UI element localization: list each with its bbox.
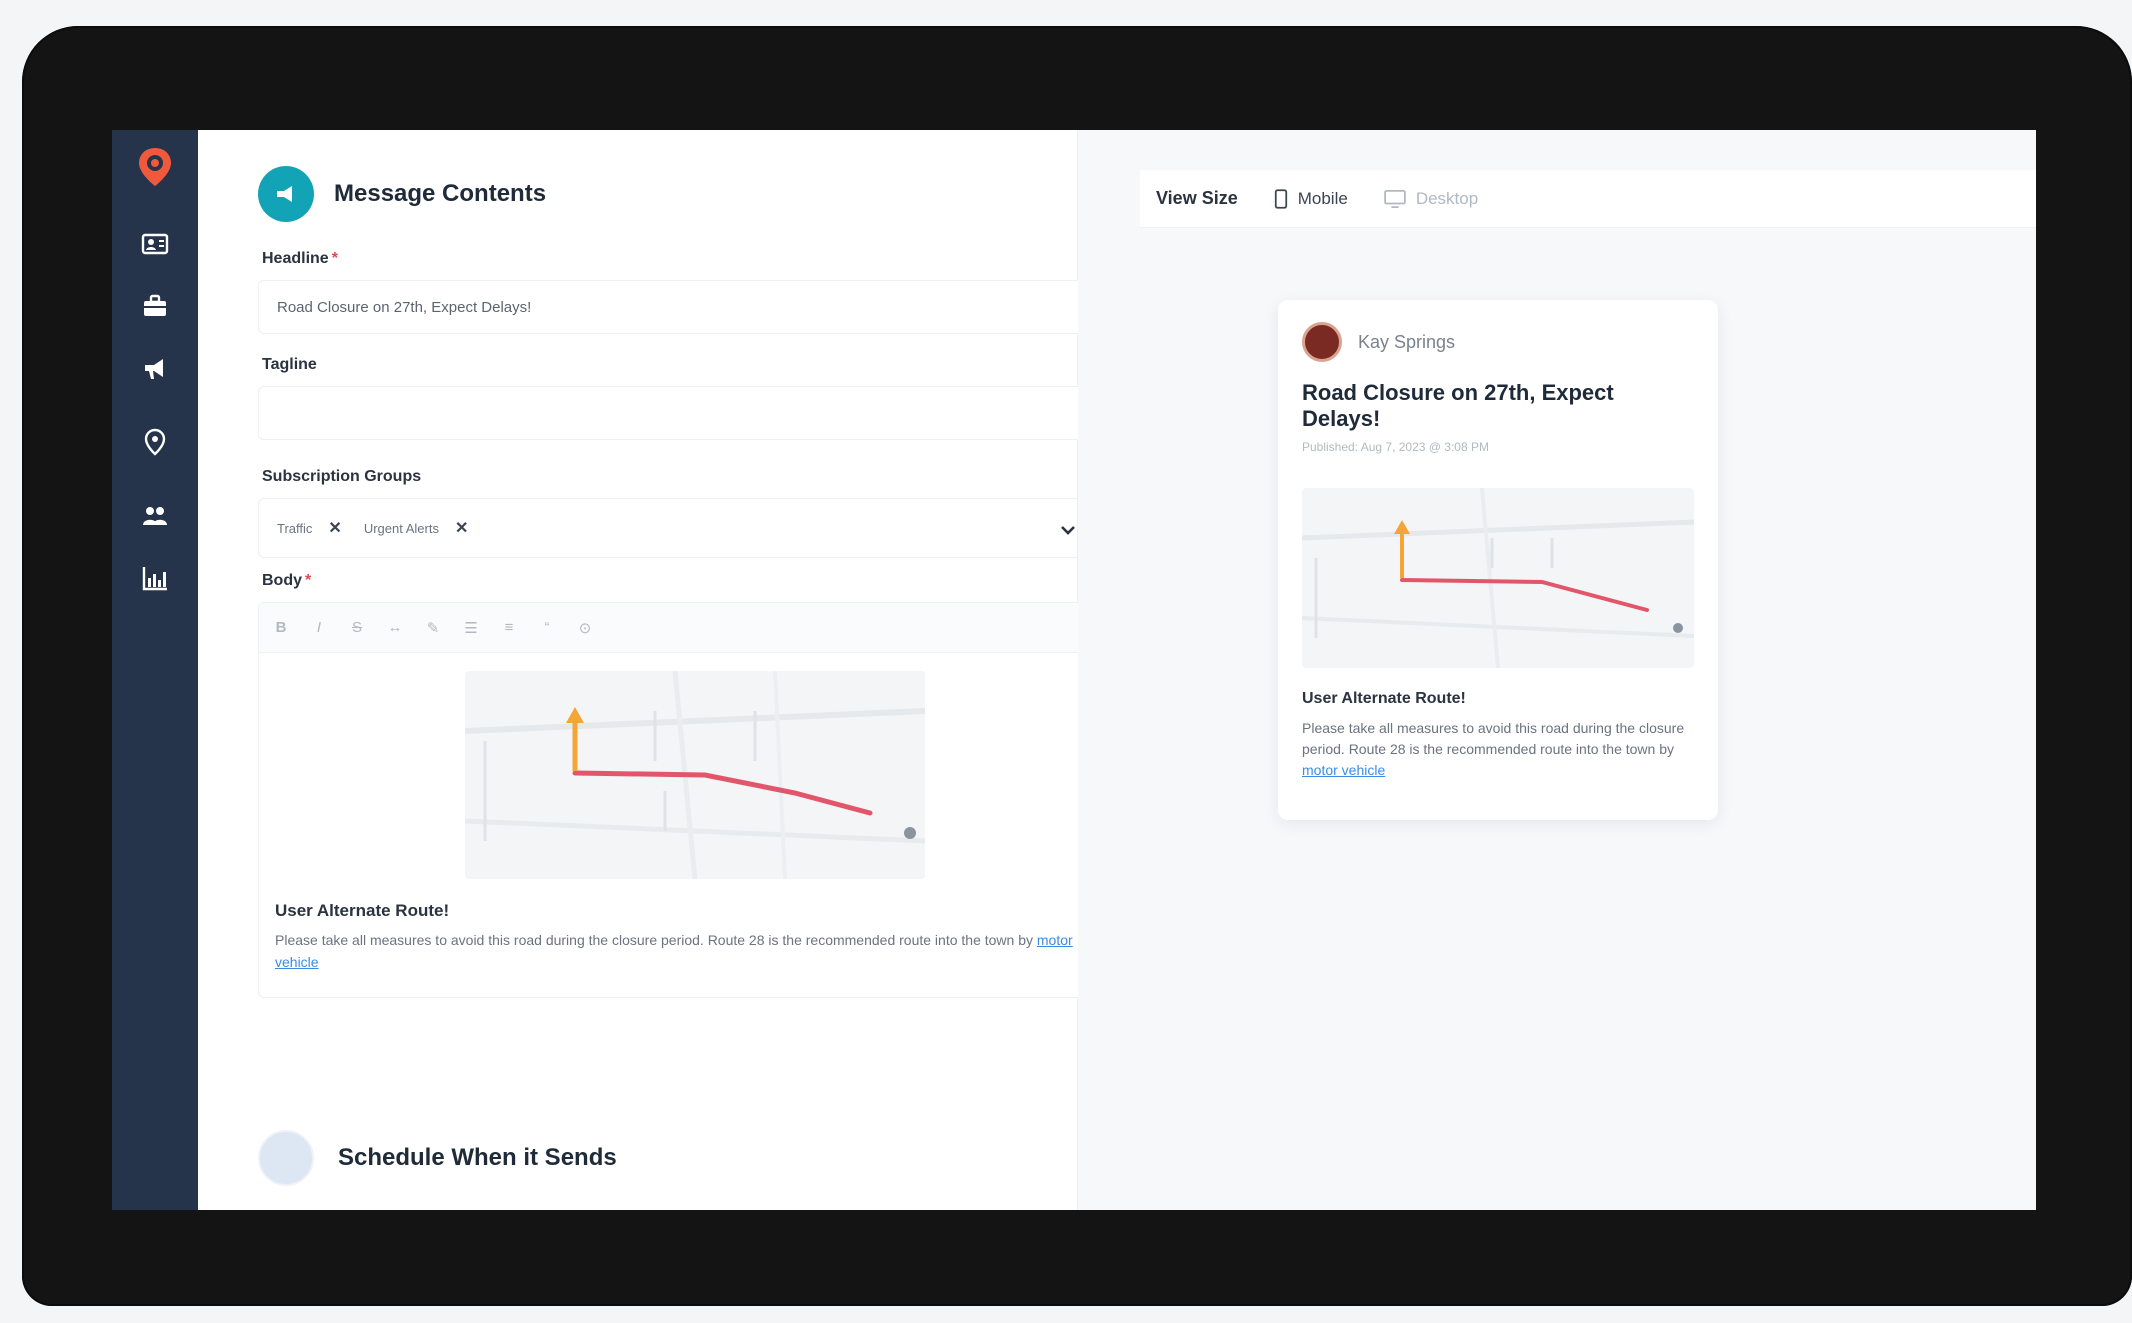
card-published-date: Published: Aug 7, 2023 @ 3:08 PM xyxy=(1302,440,1489,454)
desktop-icon xyxy=(1384,189,1406,208)
message-contents-header: Message Contents xyxy=(258,166,1037,222)
card-heading: User Alternate Route! xyxy=(1302,690,1466,707)
list-button[interactable]: ≡ xyxy=(501,619,517,636)
desktop-view-toggle[interactable]: Desktop xyxy=(1384,189,1478,209)
strikethrough-button[interactable]: S xyxy=(349,619,365,636)
body-heading: User Alternate Route! xyxy=(275,901,450,920)
remove-chip-icon[interactable]: ✕ xyxy=(328,518,341,538)
editor-content: User Alternate Route! Please take all me… xyxy=(259,653,1097,997)
schedule-title: Schedule When it Sends xyxy=(338,1144,617,1171)
briefcase-icon[interactable] xyxy=(135,286,175,326)
message-form: Message Contents Headline* Tagline Subsc… xyxy=(198,130,1098,1210)
edit-button[interactable]: ✎ xyxy=(425,619,441,637)
motor-vehicle-link[interactable]: motor vehicle xyxy=(1302,762,1385,778)
subscription-groups-select[interactable]: Traffic ✕ Urgent Alerts ✕ xyxy=(258,498,1098,558)
schedule-icon xyxy=(258,1130,314,1186)
card-paragraph: Please take all measures to avoid this r… xyxy=(1302,720,1685,778)
megaphone-icon[interactable] xyxy=(135,348,175,388)
photo-background: Message Contents Headline* Tagline Subsc… xyxy=(0,0,2132,1323)
group-chip: Urgent Alerts ✕ xyxy=(363,518,469,538)
card-author: Kay Springs xyxy=(1302,322,1694,362)
avatar xyxy=(1302,322,1342,362)
editor-toolbar: B I S ↔ ✎ ☰ ≡ “ ⊙ xyxy=(259,603,1097,653)
quote-button[interactable]: “ xyxy=(539,619,555,636)
analytics-icon[interactable] xyxy=(135,558,175,598)
subscription-groups-label: Subscription Groups xyxy=(262,468,422,485)
users-icon[interactable] xyxy=(135,496,175,536)
headline-label: Headline * xyxy=(262,250,338,267)
body-editor[interactable]: B I S ↔ ✎ ☰ ≡ “ ⊙ User Alternate Route! … xyxy=(258,602,1098,998)
author-name: Kay Springs xyxy=(1358,331,1456,352)
italic-button[interactable]: I xyxy=(311,619,327,636)
contact-card-icon[interactable] xyxy=(135,224,175,264)
mobile-view-toggle[interactable]: Mobile xyxy=(1274,189,1348,209)
schedule-section-header[interactable]: Schedule When it Sends xyxy=(258,1130,617,1186)
sidebar xyxy=(112,130,198,1210)
link-button[interactable]: ↔ xyxy=(387,619,403,636)
chevron-down-icon[interactable] xyxy=(1057,519,1079,541)
bold-button[interactable]: B xyxy=(273,619,289,636)
group-chip: Traffic ✕ xyxy=(277,518,342,538)
mobile-icon xyxy=(1274,188,1287,209)
align-button[interactable]: ☰ xyxy=(463,619,479,637)
preview-panel: View Size Mobile Desktop Kay Springs Roa… xyxy=(1078,130,2036,1210)
media-button[interactable]: ⊙ xyxy=(577,619,593,637)
section-title: Message Contents xyxy=(334,180,547,207)
megaphone-icon xyxy=(258,166,314,222)
tagline-input[interactable] xyxy=(258,386,1098,440)
tagline-label: Tagline xyxy=(262,356,317,373)
body-paragraph: Please take all measures to avoid this r… xyxy=(275,932,1073,970)
remove-chip-icon[interactable]: ✕ xyxy=(455,518,468,538)
route-map-image xyxy=(465,671,925,879)
view-size-label: View Size xyxy=(1156,188,1238,208)
route-map-image xyxy=(1302,488,1694,668)
location-alert-icon[interactable] xyxy=(135,422,175,462)
headline-input[interactable] xyxy=(258,280,1098,334)
body-label: Body * xyxy=(262,572,312,589)
view-size-bar: View Size Mobile Desktop xyxy=(1140,170,2036,228)
card-title: Road Closure on 27th, Expect Delays! xyxy=(1302,380,1614,431)
app-screen: Message Contents Headline* Tagline Subsc… xyxy=(112,130,2036,1210)
message-preview-card: Kay Springs Road Closure on 27th, Expect… xyxy=(1278,300,1718,820)
location-pin-logo[interactable] xyxy=(132,144,178,190)
